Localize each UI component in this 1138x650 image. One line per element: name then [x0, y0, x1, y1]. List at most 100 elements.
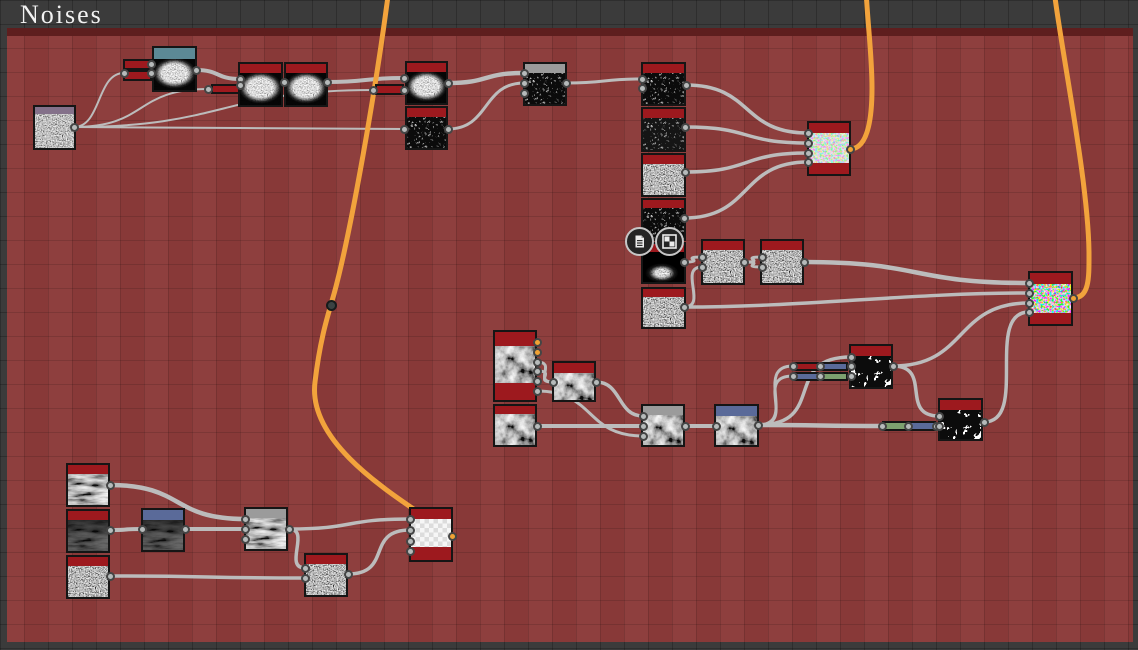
graph-node-n19[interactable]: [552, 361, 596, 402]
port[interactable]: [399, 124, 409, 134]
wire[interactable]: [287, 517, 412, 531]
wire-orange[interactable]: [847, 0, 875, 152]
wire[interactable]: [325, 76, 406, 84]
port[interactable]: [240, 524, 250, 534]
wire[interactable]: [73, 88, 209, 128]
graph-node-n18[interactable]: [493, 330, 537, 402]
document-icon[interactable]: [624, 226, 654, 256]
graph-node-n7[interactable]: [523, 62, 567, 106]
wire[interactable]: [682, 265, 704, 309]
graph-node-n9[interactable]: [641, 107, 686, 152]
wire[interactable]: [755, 422, 885, 429]
port[interactable]: [532, 386, 542, 396]
port[interactable]: [203, 84, 213, 94]
port[interactable]: [405, 514, 415, 524]
port[interactable]: [519, 88, 529, 98]
checker-icon[interactable]: [654, 226, 684, 256]
wire[interactable]: [564, 77, 644, 85]
port[interactable]: [888, 361, 898, 371]
graph-node-n30[interactable]: [304, 553, 348, 597]
port[interactable]: [146, 59, 156, 69]
port[interactable]: [405, 525, 415, 535]
port[interactable]: [739, 257, 749, 267]
port[interactable]: [519, 68, 529, 78]
wire[interactable]: [682, 291, 1031, 309]
port[interactable]: [1024, 288, 1034, 298]
port[interactable]: [561, 78, 571, 88]
wire[interactable]: [594, 380, 645, 418]
port[interactable]: [279, 77, 289, 87]
port[interactable]: [180, 524, 190, 534]
port[interactable]: [803, 157, 813, 167]
port[interactable]: [591, 377, 601, 387]
port[interactable]: [443, 124, 453, 134]
port[interactable]: [757, 252, 767, 262]
port[interactable]: [803, 148, 813, 158]
port[interactable]: [119, 68, 129, 78]
graph-node-n22[interactable]: [714, 404, 759, 447]
graph-node-n27[interactable]: [66, 555, 110, 599]
wire[interactable]: [73, 126, 405, 130]
port[interactable]: [548, 377, 558, 387]
port[interactable]: [846, 371, 856, 381]
port-orange[interactable]: [447, 531, 457, 541]
port-orange[interactable]: [845, 144, 855, 154]
port[interactable]: [235, 80, 245, 90]
port[interactable]: [519, 78, 529, 88]
wire[interactable]: [194, 68, 242, 81]
port[interactable]: [680, 122, 690, 132]
port[interactable]: [69, 122, 79, 132]
graph-node-n20[interactable]: [493, 404, 537, 447]
graph-node-n10[interactable]: [641, 153, 686, 197]
graph-node-n15[interactable]: [760, 239, 804, 285]
port[interactable]: [979, 417, 989, 427]
wire[interactable]: [446, 81, 526, 131]
graph-node-n31[interactable]: [409, 507, 453, 562]
port[interactable]: [638, 431, 648, 441]
port[interactable]: [934, 421, 944, 431]
port[interactable]: [697, 262, 707, 272]
port[interactable]: [877, 421, 887, 431]
graph-node-n29[interactable]: [244, 507, 288, 551]
wire-waypoint-dot[interactable]: [325, 299, 337, 311]
port[interactable]: [105, 480, 115, 490]
port[interactable]: [405, 546, 415, 556]
port[interactable]: [788, 361, 798, 371]
port[interactable]: [753, 420, 763, 430]
port[interactable]: [1024, 307, 1034, 317]
port-orange[interactable]: [532, 337, 542, 347]
port[interactable]: [405, 536, 415, 546]
port[interactable]: [846, 352, 856, 362]
port[interactable]: [137, 524, 147, 534]
graph-node-n6[interactable]: [405, 106, 448, 150]
port[interactable]: [815, 361, 825, 371]
port[interactable]: [637, 83, 647, 93]
graph-node-n24[interactable]: [938, 398, 983, 441]
port[interactable]: [532, 376, 542, 386]
port[interactable]: [322, 77, 332, 87]
graph-node-n17[interactable]: [1028, 271, 1073, 326]
port[interactable]: [105, 525, 115, 535]
port[interactable]: [638, 421, 648, 431]
port[interactable]: [903, 421, 913, 431]
graph-editor-canvas[interactable]: Noises: [0, 0, 1138, 650]
port[interactable]: [532, 357, 542, 367]
graph-node-n23[interactable]: [849, 344, 893, 389]
port[interactable]: [399, 85, 409, 95]
port[interactable]: [284, 524, 294, 534]
port[interactable]: [300, 573, 310, 583]
port[interactable]: [146, 68, 156, 78]
port[interactable]: [240, 534, 250, 544]
wire-orange[interactable]: [1052, 0, 1092, 301]
graph-node-n3[interactable]: [238, 62, 283, 107]
graph-node-n21[interactable]: [641, 404, 685, 447]
port[interactable]: [846, 361, 856, 371]
graph-node-n28[interactable]: [141, 508, 185, 552]
port[interactable]: [803, 138, 813, 148]
port[interactable]: [240, 514, 250, 524]
port[interactable]: [191, 65, 201, 75]
port[interactable]: [934, 411, 944, 421]
graph-node-n14[interactable]: [701, 239, 745, 285]
port[interactable]: [799, 257, 809, 267]
graph-node-n26[interactable]: [66, 509, 110, 553]
